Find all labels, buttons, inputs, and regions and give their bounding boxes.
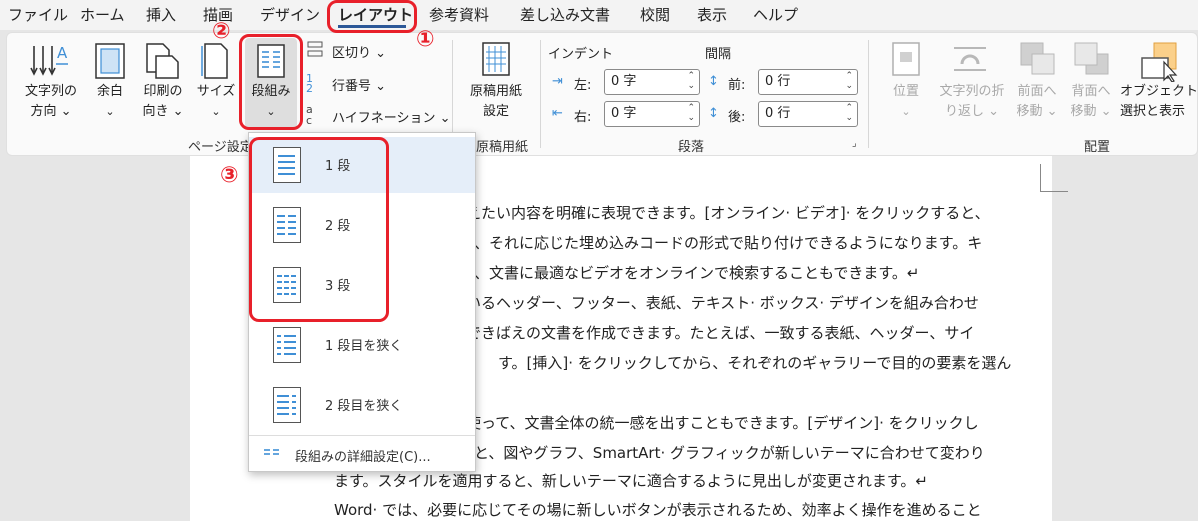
spin-arrows-icon[interactable]: ⌃ ⌄ bbox=[845, 103, 853, 123]
wrap-text-icon bbox=[952, 42, 988, 76]
tab-review[interactable]: 校閲 bbox=[640, 4, 670, 25]
right-narrow-icon bbox=[273, 387, 301, 423]
send-backward-button[interactable]: 背面へ 移動 ⌄ bbox=[1066, 82, 1116, 122]
line-numbers-icon: 12 bbox=[306, 72, 313, 95]
spacing-after-input[interactable]: 0 行 ⌃ ⌄ bbox=[758, 101, 858, 127]
spin-arrows-icon[interactable]: ⌃ ⌄ bbox=[845, 71, 853, 91]
menu-item-more-columns[interactable]: 段組みの詳細設定(C)... bbox=[249, 439, 475, 471]
position-icon bbox=[892, 42, 920, 76]
manuscript-settings-button[interactable]: 原稿用紙 設定 bbox=[460, 82, 532, 122]
spacing-before-label: 前: bbox=[728, 78, 746, 93]
text-direction-icon: A bbox=[30, 42, 70, 80]
document-line: えたい内容を明確に表現できます。[オンライン· ビデオ]· をクリックすると、 bbox=[466, 204, 990, 222]
orientation-icon bbox=[144, 42, 180, 80]
document-line: 、それに応じた埋め込みコードの形式で貼り付けできるようになります。キ bbox=[474, 234, 983, 252]
manuscript-icon bbox=[482, 42, 510, 76]
indent-left-label: 左: bbox=[574, 78, 592, 93]
size-button[interactable]: サイズ ⌄ bbox=[194, 82, 238, 122]
bring-forward-icon bbox=[1020, 42, 1056, 76]
spin-arrows-icon[interactable]: ⌃ ⌄ bbox=[687, 71, 695, 91]
ribbon-tab-bar: ファイル ホーム 挿入 描画 デザイン レイアウト 参考資料 差し込み文書 校閲… bbox=[0, 0, 1198, 30]
manuscript-group-label: 原稿用紙 bbox=[476, 140, 529, 155]
document-line: 、文書に最適なビデオをオンラインで検索することもできます。↵ bbox=[474, 264, 920, 282]
indent-right-icon: ⇤ bbox=[552, 106, 563, 121]
dialog-launcher-icon[interactable]: ⌟ bbox=[852, 138, 857, 149]
document-line: Word· では、必要に応じてその場に新しいボタンが表示されるため、効率よく操作… bbox=[334, 501, 982, 519]
text-direction-button[interactable]: 文字列の 方向 ⌄ bbox=[16, 82, 86, 122]
annotation-number-1: ① bbox=[416, 27, 435, 52]
tab-mailings[interactable]: 差し込み文書 bbox=[520, 4, 610, 25]
menu-item-right-narrow[interactable]: 2 段目を狭く bbox=[249, 377, 475, 433]
orientation-button[interactable]: 印刷の 向き ⌄ bbox=[136, 82, 190, 122]
annotation-number-3: ③ bbox=[220, 163, 239, 188]
tab-design[interactable]: デザイン bbox=[260, 4, 320, 25]
document-line: できばえの文書を作成できます。たとえば、一致する表紙、ヘッダー、サイ bbox=[466, 324, 975, 342]
tab-file[interactable]: ファイル bbox=[8, 4, 68, 25]
arrange-group-label: 配置 bbox=[1084, 140, 1111, 155]
wrap-text-button[interactable]: 文字列の折 り返し ⌄ bbox=[932, 82, 1012, 122]
spin-arrows-icon[interactable]: ⌃ ⌄ bbox=[687, 103, 695, 123]
tab-references[interactable]: 参考資料 bbox=[429, 4, 489, 25]
svg-text:A: A bbox=[57, 44, 68, 62]
selection-pane-button[interactable]: オブジェクトの 選択と表示 bbox=[1116, 82, 1198, 122]
spacing-after-label: 後: bbox=[728, 110, 746, 125]
tab-help[interactable]: ヘルプ bbox=[753, 4, 798, 25]
annotation-box-layout-tab bbox=[327, 0, 417, 33]
tab-home[interactable]: ホーム bbox=[80, 4, 125, 25]
breaks-icon bbox=[306, 40, 326, 58]
indent-header: インデント bbox=[548, 47, 614, 62]
indent-right-label: 右: bbox=[574, 110, 592, 125]
hyphenation-button[interactable]: ハイフネーション ⌄ bbox=[332, 107, 451, 126]
position-button[interactable]: 位置 ⌄ bbox=[884, 82, 928, 122]
spacing-header: 間隔 bbox=[705, 47, 732, 62]
spacing-after-icon: ↕ bbox=[708, 106, 719, 121]
document-line: ます。スタイルを適用すると、新しいテーマに適合するように見出しが変更されます。↵ bbox=[334, 472, 928, 490]
hyphenation-icon: ac bbox=[306, 103, 313, 127]
annotation-box-column-options bbox=[249, 137, 389, 322]
margins-button[interactable]: 余白 ⌄ bbox=[88, 82, 132, 122]
tab-insert[interactable]: 挿入 bbox=[146, 4, 176, 25]
breaks-button[interactable]: 区切り ⌄ bbox=[332, 42, 386, 61]
annotation-box-columns-button bbox=[239, 34, 303, 130]
spacing-before-input[interactable]: 0 行 ⌃ ⌄ bbox=[758, 69, 858, 95]
send-backward-icon bbox=[1074, 42, 1110, 76]
menu-separator bbox=[249, 435, 475, 436]
annotation-number-2: ② bbox=[212, 19, 231, 44]
document-line: いるヘッダー、フッター、表紙、テキスト· ボックス· デザインを組み合わせ bbox=[466, 294, 979, 312]
menu-item-left-narrow[interactable]: 1 段目を狭く bbox=[249, 317, 475, 373]
paragraph-group-label: 段落 bbox=[678, 140, 705, 155]
document-line: す。[挿入]· をクリックしてから、それぞれのギャラリーで目的の要素を選ん bbox=[498, 354, 1012, 372]
group-separator bbox=[540, 40, 541, 148]
spacing-before-icon: ↕ bbox=[708, 74, 719, 89]
left-narrow-icon bbox=[273, 327, 301, 363]
tab-view[interactable]: 表示 bbox=[697, 4, 727, 25]
margin-corner-mark bbox=[1040, 164, 1068, 192]
document-line: と、図やグラフ、SmartArt· グラフィックが新しいテーマに合わせて変わり bbox=[474, 444, 985, 462]
indent-right-input[interactable]: 0 字 ⌃ ⌄ bbox=[604, 101, 700, 127]
group-separator bbox=[868, 40, 869, 148]
line-numbers-button[interactable]: 行番号 ⌄ bbox=[332, 75, 386, 94]
more-columns-icon bbox=[263, 447, 281, 461]
indent-left-icon: ⇥ bbox=[552, 74, 563, 89]
indent-left-input[interactable]: 0 字 ⌃ ⌄ bbox=[604, 69, 700, 95]
bring-forward-button[interactable]: 前面へ 移動 ⌄ bbox=[1012, 82, 1062, 122]
page-setup-group-label: ページ設定 bbox=[188, 140, 253, 155]
size-icon bbox=[200, 42, 232, 80]
margins-icon bbox=[94, 42, 126, 80]
selection-pane-icon bbox=[1140, 42, 1180, 82]
document-line: 使って、文書全体の統一感を出すこともできます。[デザイン]· をクリックし bbox=[466, 414, 979, 432]
